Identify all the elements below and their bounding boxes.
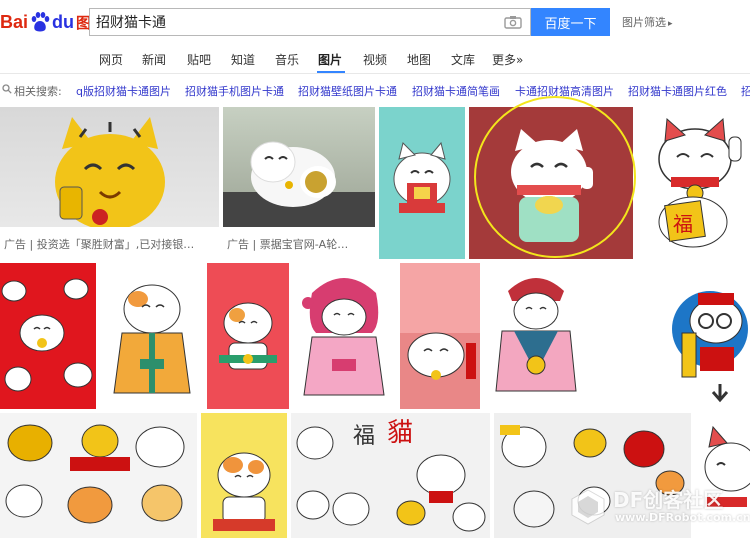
svg-text:福: 福: [353, 424, 375, 449]
image-result[interactable]: [484, 263, 586, 409]
ad-caption[interactable]: 广告 | 投资选「聚胜财富」,已对接银…: [4, 236, 218, 252]
tab-images[interactable]: 图片: [318, 51, 342, 68]
tab-map[interactable]: 地图: [407, 51, 431, 68]
highlight-circle: [474, 96, 636, 258]
image-result[interactable]: 福 貓: [291, 413, 490, 538]
svg-text:貓: 貓: [387, 418, 413, 448]
image-result[interactable]: [223, 107, 375, 227]
image-result[interactable]: 福: [637, 107, 750, 259]
related-item[interactable]: 招财猫卡通图片红色: [628, 83, 727, 99]
ad-caption[interactable]: 广告 | 票据宝官网-A轮…: [227, 236, 375, 252]
lucky-cat-blush-image: [400, 332, 480, 409]
tab-music[interactable]: 音乐: [275, 51, 299, 68]
related-item[interactable]: 招财猫卡通简笔画: [412, 83, 500, 99]
related-item[interactable]: 招财猫手机图片卡通: [185, 83, 284, 99]
tab-news[interactable]: 新闻: [142, 51, 166, 68]
magnifier-icon: [2, 84, 12, 94]
lucky-cat-car-image: [223, 141, 375, 227]
lucky-cat-yellow-image: [55, 117, 165, 227]
tab-more[interactable]: 更多»: [492, 51, 523, 68]
lucky-cat-geisha-image: [495, 278, 577, 392]
image-result[interactable]: [207, 263, 289, 409]
tab-wenku[interactable]: 文库: [451, 51, 475, 68]
dfrobot-logo-icon: [571, 489, 605, 525]
lucky-cat-collection-image: [5, 424, 185, 524]
related-item[interactable]: q版招财猫卡通图片: [76, 83, 171, 99]
tab-zhidao[interactable]: 知道: [231, 51, 255, 68]
chevron-right-icon: ▸: [668, 19, 673, 29]
logo-bai: Bai: [0, 11, 29, 32]
related-label: 相关搜索:: [14, 85, 62, 98]
search-box[interactable]: [89, 8, 531, 36]
image-filter-label: 图片筛选: [622, 16, 666, 29]
camera-icon[interactable]: [504, 15, 522, 29]
vertical-tabs: 网页 新闻 贴吧 知道 音乐 图片 视频 地图 文库 更多»: [0, 44, 750, 74]
image-result[interactable]: [0, 413, 197, 538]
image-result[interactable]: [0, 107, 219, 227]
svg-text:福: 福: [673, 212, 693, 236]
dfrobot-watermark: DF创客社区 www.DFRobot.com.cn: [565, 482, 750, 532]
watermark-url: www.DFRobot.com.cn: [615, 511, 750, 524]
lucky-cat-pink-image: [219, 302, 277, 370]
lucky-cat-stickers-image: [1, 278, 93, 392]
search-input[interactable]: [96, 11, 496, 33]
lucky-cat-calligraphy-image: 福 貓: [296, 418, 486, 532]
related-item[interactable]: 招: [741, 83, 750, 99]
lucky-cat-lady-image: [302, 278, 385, 396]
tab-web[interactable]: 网页: [99, 51, 123, 68]
image-result[interactable]: [400, 263, 480, 409]
paw-icon: [31, 12, 50, 32]
lucky-cat-teal-image: [393, 141, 451, 213]
tab-tieba[interactable]: 贴吧: [187, 51, 211, 68]
related-searches: 相关搜索: q版招财猫卡通图片 招财猫手机图片卡通 招财猫壁纸图片卡通 招财猫卡…: [0, 76, 750, 104]
lucky-cat-kimono-image: [113, 284, 191, 394]
lucky-cat-orange-image: [213, 452, 275, 531]
logo-du: du: [52, 11, 75, 32]
tab-video[interactable]: 视频: [363, 51, 387, 68]
baidu-image-search-page: Bai du 图片 百度一下 图片筛选▸ 网页 新闻: [0, 0, 750, 538]
lucky-cat-fu-image: 福: [658, 117, 742, 248]
image-result[interactable]: [201, 413, 287, 538]
down-arrow-icon[interactable]: [710, 382, 730, 404]
watermark-title: DF创客社区: [613, 488, 724, 512]
image-result[interactable]: [0, 263, 96, 409]
image-result[interactable]: [379, 107, 465, 259]
related-item[interactable]: 招财猫壁纸图片卡通: [298, 83, 397, 99]
image-result[interactable]: [292, 263, 396, 409]
image-result[interactable]: [100, 263, 203, 409]
image-filter-link[interactable]: 图片筛选 ▸: [622, 14, 673, 30]
header: Bai du 图片 百度一下 图片筛选▸: [0, 0, 750, 44]
search-button[interactable]: 百度一下: [531, 8, 610, 36]
active-tab-underline: [317, 71, 345, 73]
